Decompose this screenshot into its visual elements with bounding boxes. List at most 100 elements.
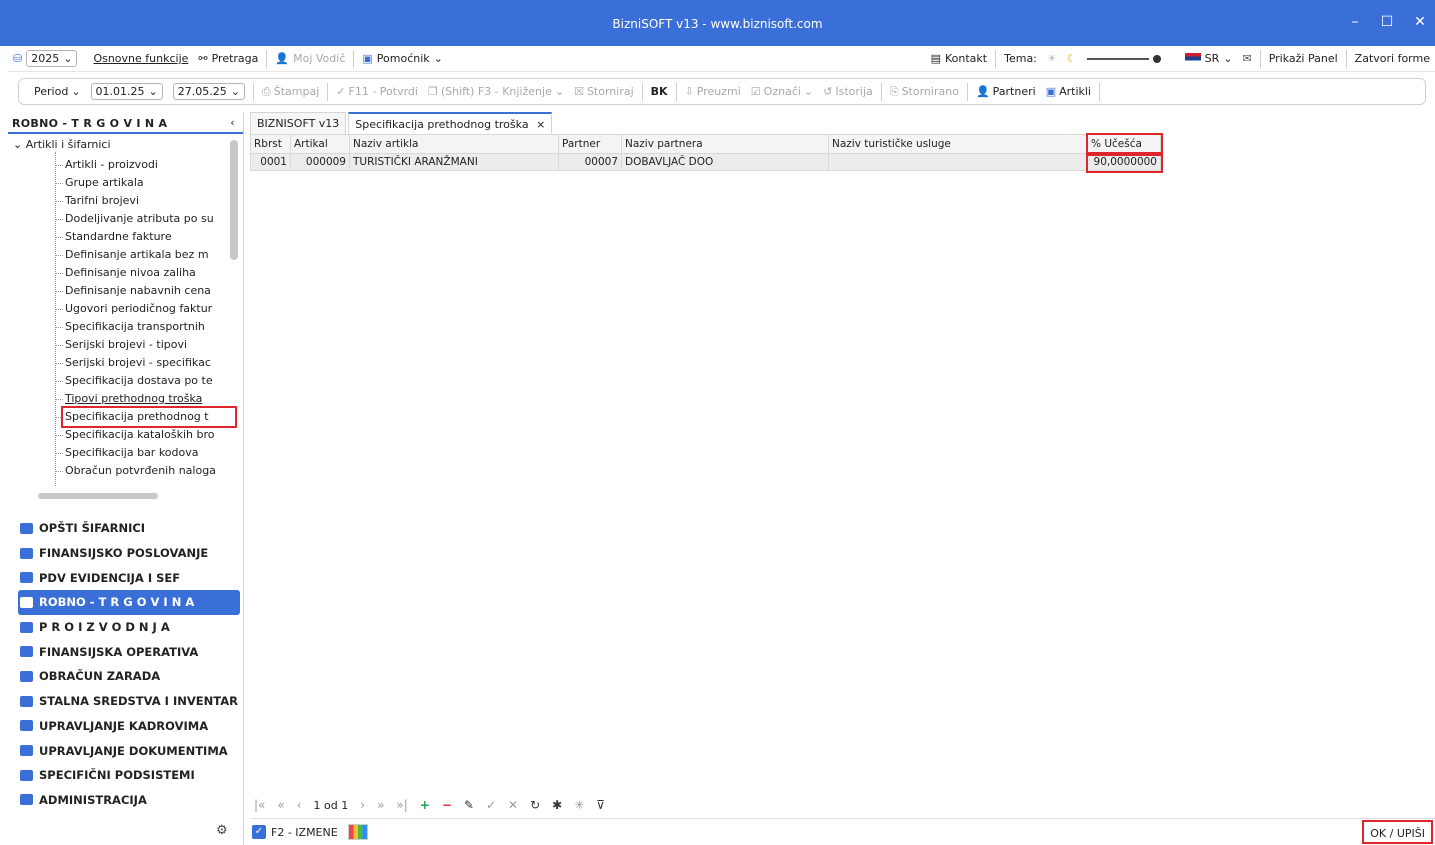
close-tab-icon[interactable]: × <box>536 118 545 131</box>
cell-participation[interactable]: 90,0000000 <box>1085 151 1163 173</box>
articles-button[interactable]: ▣ Artikli <box>1041 85 1096 98</box>
column-header[interactable]: Artikal <box>290 134 350 154</box>
column-header[interactable]: Naziv turističke usluge <box>828 134 1088 154</box>
filter-icon[interactable]: ⊽ <box>596 798 605 812</box>
nav-documents[interactable]: UPRAVLJANJE DOKUMENTIMA <box>18 738 240 763</box>
tree-item[interactable]: Serijski brojevi - tipovi <box>65 336 235 354</box>
column-header[interactable]: Partner <box>558 134 622 154</box>
my-guide-menu[interactable]: 👤 Moj Vodič <box>270 48 350 70</box>
confirm-record-icon[interactable]: ✓ <box>486 798 496 812</box>
tree-horizontal-scrollbar[interactable] <box>38 493 158 499</box>
tree-item[interactable]: Grupe artikala <box>65 174 235 192</box>
bk-button[interactable]: BK <box>646 85 673 98</box>
nav-specific-subsystems[interactable]: SPECIFIČNI PODSISTEMI <box>18 763 240 788</box>
column-header-participation[interactable]: % Učešća <box>1085 132 1163 156</box>
tree-item[interactable]: Definisanje nabavnih cena <box>65 282 235 300</box>
tree-item[interactable]: Specifikacija transportnih <box>65 318 235 336</box>
last-record-icon[interactable]: »| <box>396 798 407 812</box>
add-record-icon[interactable]: + <box>420 798 430 812</box>
cell-partner[interactable]: 00007 <box>558 153 622 171</box>
search-menu[interactable]: ⚯ Pretraga <box>193 48 263 70</box>
cell-partner-name[interactable]: DOBAVLJAČ DOO <box>621 153 829 171</box>
tree-item[interactable]: Dodeljivanje atributa po su <box>65 210 235 228</box>
maximize-icon[interactable]: ☐ <box>1377 14 1397 30</box>
partners-button[interactable]: 👤 Partneri <box>971 85 1041 98</box>
year-select[interactable]: ⛁ 2025 ⌄ <box>8 48 82 70</box>
first-record-icon[interactable]: |« <box>254 798 265 812</box>
tree-item[interactable]: Standardne fakture <box>65 228 235 246</box>
tree-item-selected[interactable]: Specifikacija prethodnog t <box>61 406 237 428</box>
asterisk-icon[interactable]: ✱ <box>552 798 562 812</box>
collapse-panel-icon[interactable]: ‹ <box>230 116 235 129</box>
cell-article-name[interactable]: TURISTIČKI ARANŽMANI <box>349 153 559 171</box>
nav-general-codes[interactable]: OPŠTI ŠIFARNICI <box>18 516 240 541</box>
nav-vat[interactable]: PDV EVIDENCIJA I SEF <box>18 565 240 590</box>
tab-biznisoft[interactable]: BIZNISOFT v13 <box>250 112 347 134</box>
tree-item[interactable]: Definisanje nivoa zaliha <box>65 264 235 282</box>
nav-hr[interactable]: UPRAVLJANJE KADROVIMA <box>18 714 240 739</box>
tree-item[interactable]: Specifikacija kataloških bro <box>65 426 235 444</box>
column-header[interactable]: Naziv partnera <box>621 134 829 154</box>
take-button[interactable]: ⇩ Preuzmi <box>680 85 746 98</box>
previous-record-icon[interactable]: ‹ <box>297 798 302 812</box>
tree-parent-articles[interactable]: ⌄ Artikli i šifarnici <box>13 138 111 151</box>
print-button[interactable]: ⎙ Štampaj <box>257 85 324 99</box>
tree-item[interactable]: Tipovi prethodnog troška <box>65 390 235 408</box>
cell-tourist-service[interactable] <box>828 153 1088 171</box>
basic-functions-menu[interactable]: Osnovne funkcije <box>88 48 193 70</box>
previous-page-icon[interactable]: « <box>277 798 284 812</box>
contact-button[interactable]: ▤ Kontakt <box>926 48 993 70</box>
tree-item[interactable]: Definisanje artikala bez m <box>65 246 235 264</box>
cell-article[interactable]: 000009 <box>290 153 350 171</box>
nav-trade[interactable]: ROBNO - T R G O V I N A <box>18 590 240 615</box>
cancelled-button[interactable]: ⎘ Stornirano <box>885 85 964 99</box>
next-record-icon[interactable]: › <box>360 798 365 812</box>
tree-item[interactable]: Tarifni brojevi <box>65 192 235 210</box>
edit-record-icon[interactable]: ✎ <box>464 798 474 812</box>
nav-payroll[interactable]: OBRAČUN ZARADA <box>18 664 240 689</box>
history-button[interactable]: ↺ Istorija <box>818 85 878 98</box>
column-header[interactable]: Rbrst <box>250 134 291 154</box>
theme-slider[interactable] <box>1082 48 1166 70</box>
mail-icon[interactable]: ✉ <box>1238 48 1257 70</box>
table-row[interactable]: 0001 000009 TURISTIČKI ARANŽMANI 00007 D… <box>250 151 1163 173</box>
show-panel-button[interactable]: Prikaži Panel <box>1264 48 1343 70</box>
date-from-field[interactable]: 01.01.25 ⌄ <box>90 83 163 100</box>
ok-save-button[interactable]: OK / UPIŠI <box>1362 820 1433 844</box>
minimize-icon[interactable]: – <box>1345 14 1365 30</box>
nav-administration[interactable]: ADMINISTRACIJA <box>18 788 240 813</box>
moon-icon[interactable]: ☾ <box>1062 48 1082 70</box>
nav-production[interactable]: P R O I Z V O D N J A <box>18 615 240 640</box>
tab-specification[interactable]: Specifikacija prethodnog troška × <box>348 112 553 134</box>
cancel-doc-button[interactable]: ☒ Storniraj <box>569 85 639 98</box>
language-select[interactable]: SR ⌄ <box>1180 48 1238 70</box>
refresh-icon[interactable]: ↻ <box>530 798 540 812</box>
nav-fixed-assets[interactable]: STALNA SREDSTVA I INVENTAR <box>18 689 240 714</box>
mark-button[interactable]: ☑ Označi ⌄ <box>746 85 818 98</box>
cell-rbrst[interactable]: 0001 <box>250 153 291 171</box>
nav-finance-operations[interactable]: FINANSIJSKA OPERATIVA <box>18 639 240 664</box>
close-forms-button[interactable]: Zatvori forme <box>1350 48 1435 70</box>
edit-mode-checkbox[interactable]: ✓ <box>252 825 266 839</box>
cancel-record-icon[interactable]: ✕ <box>508 798 518 812</box>
assistant-menu[interactable]: ▣ Pomoćnik ⌄ <box>357 48 448 70</box>
tree-item[interactable]: Specifikacija dostava po te <box>65 372 235 390</box>
asterisk-outline-icon[interactable]: ✳ <box>574 798 584 812</box>
sun-icon[interactable]: ☀ <box>1042 48 1062 70</box>
confirm-button[interactable]: ✓ F11 - Potvrdi <box>331 85 423 98</box>
color-grid-icon[interactable] <box>347 824 368 840</box>
next-page-icon[interactable]: » <box>377 798 384 812</box>
column-header[interactable]: Naziv artikla <box>349 134 559 154</box>
tree-item[interactable]: Artikli - proizvodi <box>65 156 235 174</box>
date-to-field[interactable]: 27.05.25 ⌄ <box>172 83 245 100</box>
tree-item[interactable]: Specifikacija bar kodova <box>65 444 235 462</box>
tree-item[interactable]: Obračun potvrđenih naloga <box>65 462 235 480</box>
nav-finance[interactable]: FINANSIJSKO POSLOVANJE <box>18 541 240 566</box>
delete-record-icon[interactable]: − <box>442 798 452 812</box>
tree-vertical-scrollbar[interactable] <box>230 140 238 260</box>
settings-gear-icon[interactable]: ⚙ <box>216 823 228 838</box>
period-select[interactable]: Period ⌄ <box>19 85 86 98</box>
close-icon[interactable]: ✕ <box>1410 14 1430 30</box>
tree-item[interactable]: Serijski brojevi - specifikac <box>65 354 235 372</box>
tree-item[interactable]: Ugovori periodičnog faktur <box>65 300 235 318</box>
